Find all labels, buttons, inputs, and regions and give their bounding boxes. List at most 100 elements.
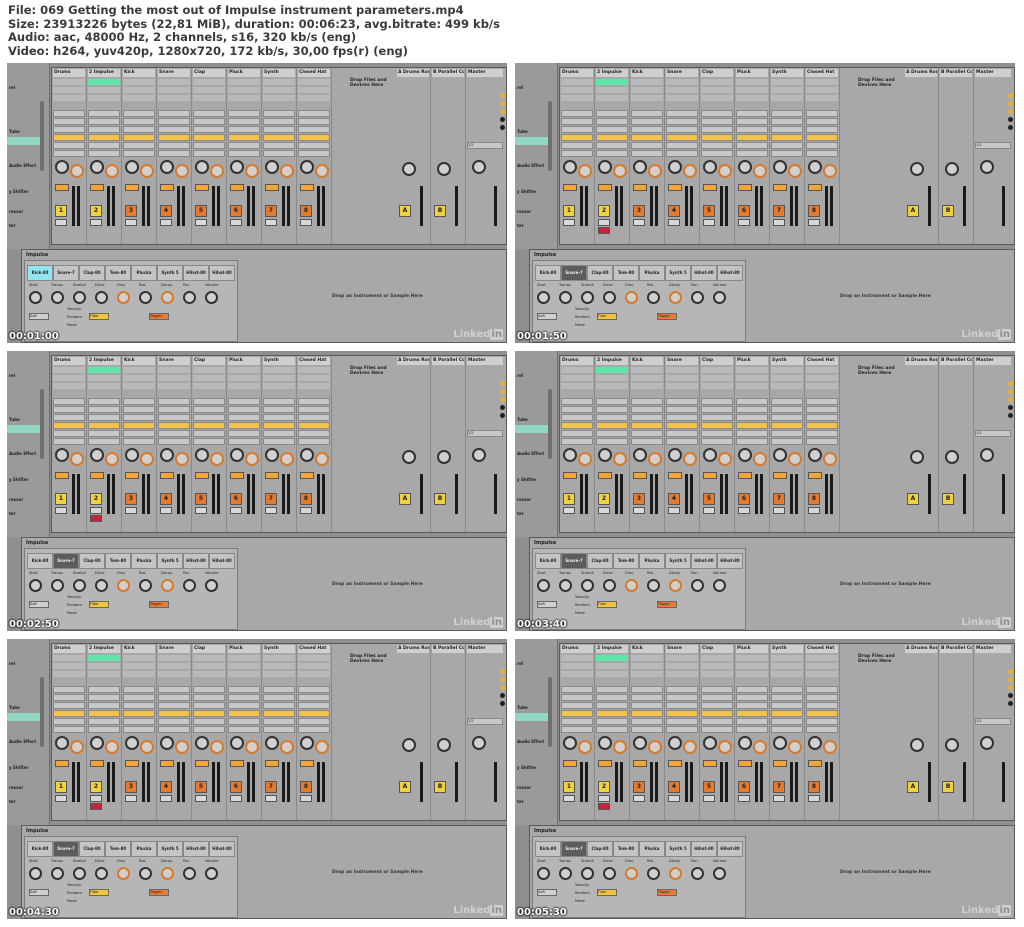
io-selector[interactable] (53, 694, 85, 701)
io-selector[interactable] (263, 430, 295, 437)
io-selector[interactable] (561, 702, 593, 709)
volume-readout[interactable] (125, 760, 139, 767)
clip-slot[interactable] (561, 663, 593, 669)
volume-readout[interactable] (90, 760, 104, 767)
return-track[interactable]: B Parallel Co B (431, 68, 466, 244)
send-knob[interactable] (613, 164, 627, 178)
view-dot-icon[interactable] (500, 413, 505, 418)
io-selector[interactable] (561, 726, 593, 733)
browser-item[interactable]: Audio Effect (9, 739, 36, 744)
return-activator[interactable]: B (434, 781, 446, 793)
arm-button[interactable] (90, 515, 102, 522)
track-activator[interactable]: 1 (55, 493, 67, 505)
io-selector[interactable] (193, 726, 225, 733)
clip-slot[interactable] (666, 655, 698, 661)
pan-knob[interactable] (945, 162, 959, 176)
send-knob[interactable] (70, 452, 84, 466)
send-knob[interactable] (578, 452, 592, 466)
clip-slot[interactable] (123, 79, 155, 85)
sample-slot[interactable]: Hihat-80 (209, 553, 235, 569)
io-selector[interactable] (596, 702, 628, 709)
clip-slot[interactable] (228, 79, 260, 85)
io-selector[interactable] (53, 142, 85, 149)
clip-slot[interactable] (53, 671, 85, 677)
param-knob[interactable] (205, 867, 218, 880)
send-knob[interactable] (823, 452, 837, 466)
io-selector[interactable] (561, 430, 593, 437)
clip-slot[interactable] (53, 375, 85, 381)
mixer-track[interactable]: Snare 4 (157, 644, 192, 820)
io-selector[interactable] (771, 126, 803, 133)
io-selector[interactable] (596, 398, 628, 405)
io-selector[interactable] (701, 702, 733, 709)
clip-slot[interactable] (193, 375, 225, 381)
send-knob[interactable] (788, 452, 802, 466)
mixer-track[interactable]: Clap 5 (192, 644, 227, 820)
clip-slot[interactable] (736, 671, 768, 677)
track-activator[interactable]: 7 (773, 781, 785, 793)
clip-slot[interactable] (596, 95, 628, 101)
send-knob[interactable] (648, 452, 662, 466)
track-activator[interactable]: 8 (808, 493, 820, 505)
track-activator[interactable]: 2 (598, 205, 610, 217)
browser-item[interactable]: y Shifter (9, 765, 28, 770)
track-name[interactable]: Pluck (228, 645, 260, 653)
clip-slot[interactable] (53, 655, 85, 661)
io-selector[interactable] (596, 726, 628, 733)
io-selector[interactable] (123, 430, 155, 437)
sample-slot[interactable]: Hihat-80 (183, 841, 209, 857)
io-selector[interactable] (228, 398, 260, 405)
clip-slot[interactable] (596, 79, 628, 85)
io-selector[interactable] (666, 142, 698, 149)
track-name[interactable]: Pluck (228, 357, 260, 365)
send-knob[interactable] (245, 452, 259, 466)
clip-slot[interactable] (228, 383, 260, 389)
return-track[interactable]: A Drums Rou A (396, 644, 431, 820)
volume-readout[interactable] (808, 184, 822, 191)
io-selector[interactable] (88, 710, 120, 717)
solo-button[interactable] (55, 795, 67, 802)
clip-slot[interactable] (263, 663, 295, 669)
io-selector[interactable] (806, 718, 838, 725)
mixer-track[interactable]: Pluck 6 (735, 644, 770, 820)
mixer-track[interactable]: Snare 4 (665, 644, 700, 820)
mixer-track[interactable]: Closed Hat 8 (297, 68, 332, 244)
mixer-track[interactable]: Closed Hat 8 (297, 356, 332, 532)
track-activator[interactable]: 4 (668, 205, 680, 217)
param-knob[interactable] (183, 867, 196, 880)
solo-button[interactable] (563, 219, 575, 226)
send-knob[interactable] (788, 740, 802, 754)
track-activator[interactable]: 7 (265, 205, 277, 217)
param-knob[interactable] (205, 579, 218, 592)
track-activator[interactable]: 3 (125, 205, 137, 217)
mixer-track[interactable]: Pluck 6 (227, 644, 262, 820)
master-knob[interactable] (472, 448, 486, 462)
io-selector[interactable] (701, 134, 733, 141)
solo-button[interactable] (808, 507, 820, 514)
clip-slot[interactable] (53, 79, 85, 85)
sample-slot[interactable]: Snare-7 (53, 841, 79, 857)
param-knob[interactable] (205, 291, 218, 304)
track-name[interactable]: Kick (123, 357, 155, 365)
track-name[interactable]: Synth (771, 69, 803, 77)
clip-slot[interactable] (631, 671, 663, 677)
track-activator[interactable]: 2 (90, 493, 102, 505)
param-knob[interactable] (73, 291, 86, 304)
clip-slot[interactable] (298, 375, 330, 381)
io-selector[interactable] (596, 126, 628, 133)
param-knob[interactable] (161, 867, 174, 880)
clip-slot[interactable] (228, 375, 260, 381)
send-knob[interactable] (70, 164, 84, 178)
view-dot-icon[interactable] (500, 677, 505, 682)
return-name[interactable]: B Parallel Co (432, 645, 464, 653)
track-name[interactable]: Kick (631, 645, 663, 653)
return-name[interactable]: A Drums Rou (397, 645, 429, 653)
io-selector[interactable] (298, 398, 330, 405)
mixer-track[interactable]: 2 Impulse 2 (595, 644, 630, 820)
track-activator[interactable]: 4 (160, 205, 172, 217)
view-dot-icon[interactable] (1008, 381, 1013, 386)
track-name[interactable]: Synth (771, 645, 803, 653)
filter-button[interactable]: Filter (89, 889, 109, 896)
track-name[interactable]: Clap (701, 357, 733, 365)
sample-slot[interactable]: Clap-80 (587, 841, 613, 857)
